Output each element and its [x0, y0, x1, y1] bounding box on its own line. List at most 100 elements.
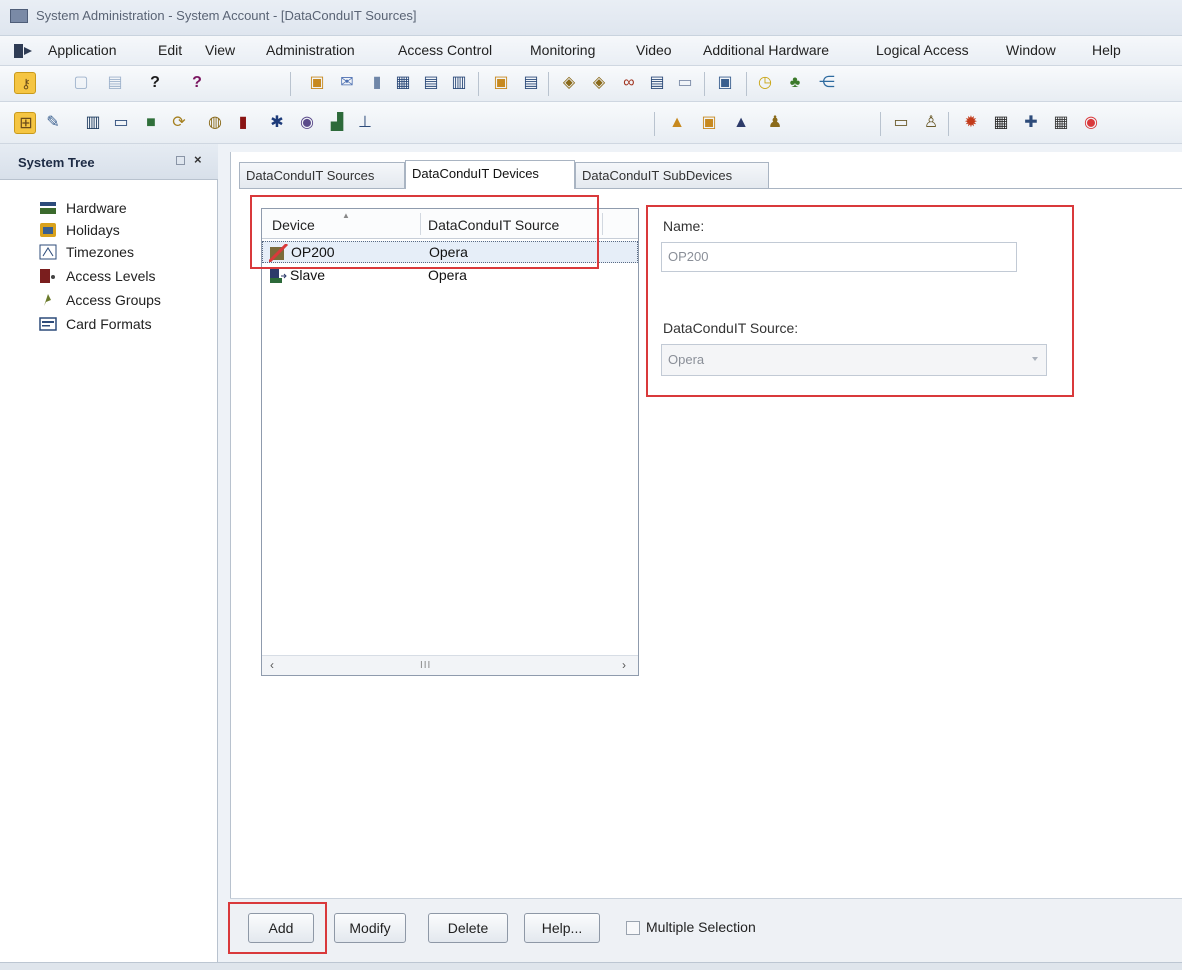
horizontal-scrollbar[interactable]: ‹ III › — [262, 655, 638, 675]
keys-icon[interactable]: ⚷ — [14, 72, 36, 94]
users-icon[interactable]: ▣ — [490, 72, 512, 94]
window-icon[interactable]: ▭ — [674, 72, 696, 94]
binoculars-icon[interactable]: ∞ — [618, 72, 640, 94]
dataconduit-source-value: Opera — [668, 352, 705, 367]
fan-icon[interactable]: ✱ — [266, 112, 288, 134]
signal-icon[interactable]: ▮ — [366, 72, 388, 94]
add-button[interactable]: Add — [248, 913, 314, 943]
print-icon[interactable]: ▤ — [104, 72, 126, 94]
help-icon[interactable]: ? — [144, 72, 166, 94]
people-icon[interactable]: ♟ — [764, 112, 786, 134]
target-icon[interactable]: ◉ — [1080, 112, 1102, 134]
menu-help[interactable]: Help — [1092, 42, 1121, 58]
scroll-left-icon[interactable]: ‹ — [270, 658, 274, 672]
gauge-icon[interactable]: ✎ — [42, 112, 64, 134]
app-icon — [10, 9, 28, 23]
multiple-selection-checkbox[interactable] — [626, 921, 640, 935]
secondary-toolbar: ⊞ ✎ ▥ ▭ ■ ⟳ ◍ ▮ ✱ ◉ ▟ ⊥ ▲ ▣ ▲ ♟ ▭ ♙ ✹ ▦ … — [0, 102, 1182, 144]
menu-application[interactable]: Application — [48, 42, 117, 58]
delete-button[interactable]: Delete — [428, 913, 508, 943]
list-icon[interactable]: ▤ — [646, 72, 668, 94]
cardholders-icon[interactable]: ▣ — [306, 72, 328, 94]
card-formats-icon — [39, 316, 57, 332]
panel-icon[interactable]: ▭ — [110, 112, 132, 134]
devices-list[interactable]: ▲ Device DataConduIT Source OP200 Opera … — [261, 208, 639, 676]
panel-tool-icon[interactable]: ▦ — [990, 112, 1012, 134]
menu-administration[interactable]: Administration — [266, 42, 355, 58]
table-row[interactable]: OP200 Opera — [262, 241, 638, 264]
hardware-toolbar-icon[interactable]: ▥ — [82, 112, 104, 134]
tab-dataconduit-sources[interactable]: DataConduIT Sources — [239, 162, 405, 188]
print-preview-icon[interactable]: ▢ — [70, 72, 92, 94]
tab-dataconduit-subdevices[interactable]: DataConduIT SubDevices — [575, 162, 769, 188]
title-bar: System Administration - System Account -… — [0, 0, 1182, 36]
alarm-icon[interactable]: ▲ — [666, 112, 688, 134]
window-title: System Administration - System Account -… — [36, 8, 417, 23]
user-tool-icon[interactable]: ♙ — [920, 112, 942, 134]
menu-view[interactable]: View — [205, 42, 235, 58]
name-label: Name: — [663, 218, 705, 234]
menu-video[interactable]: Video — [636, 42, 672, 58]
column-device[interactable]: Device — [272, 217, 315, 233]
menu-edit[interactable]: Edit — [158, 42, 182, 58]
cell-device: Slave — [290, 267, 326, 283]
network-icon[interactable]: ⋲ — [816, 72, 838, 94]
reader-icon[interactable]: ◈ — [558, 72, 580, 94]
menu-bar: Application Edit View Administration Acc… — [0, 36, 1182, 66]
pin-icon[interactable] — [176, 156, 185, 165]
main-toolbar: ⚷ ▢ ▤ ? ? ▣ ✉ ▮ ▦ ▤ ▥ ▣ ▤ ◈ ◈ ∞ ▤ ▭ ▣ ◷ … — [0, 66, 1182, 102]
green-panel-icon[interactable]: ■ — [140, 112, 162, 134]
context-help-icon[interactable]: ? — [186, 72, 208, 94]
timezones-icon — [39, 244, 57, 260]
close-icon[interactable]: × — [194, 152, 202, 167]
scroll-right-icon[interactable]: › — [622, 658, 626, 672]
tab-dataconduit-devices[interactable]: DataConduIT Devices — [405, 160, 575, 189]
workstation-icon[interactable]: ▣ — [714, 72, 736, 94]
calendar-icon[interactable]: ▤ — [420, 72, 442, 94]
list-header: ▲ Device DataConduIT Source — [262, 209, 638, 239]
menu-additional-hardware[interactable]: Additional Hardware — [703, 42, 829, 58]
scroll-thumb[interactable]: III — [420, 660, 431, 671]
add-person-icon[interactable]: ✚ — [1020, 112, 1042, 134]
printer-icon[interactable]: ▤ — [520, 72, 542, 94]
guard-icon[interactable]: ▲ — [730, 112, 752, 134]
action-bar: Add Modify Delete Help... Multiple Selec… — [230, 898, 1182, 962]
monitor-icon[interactable]: ◍ — [204, 112, 226, 134]
column-dataconduit-source[interactable]: DataConduIT Source — [428, 217, 559, 233]
menu-logical-access[interactable]: Logical Access — [876, 42, 969, 58]
dataconduit-source-label: DataConduIT Source: — [663, 320, 799, 336]
holiday-icon[interactable]: ⟳ — [168, 112, 190, 134]
exit-icon[interactable] — [14, 44, 34, 58]
chart-icon[interactable]: ▟ — [326, 112, 348, 134]
door-icon[interactable]: ▮ — [232, 112, 254, 134]
modify-button[interactable]: Modify — [334, 913, 406, 943]
access-levels-icon — [39, 268, 57, 284]
hardware-icon — [39, 200, 57, 216]
application-window: System Administration - System Account -… — [0, 0, 1182, 970]
access-groups-icon — [39, 292, 57, 308]
main-content: DataConduIT Sources DataConduIT Devices … — [230, 152, 1182, 970]
device-icon — [268, 267, 288, 285]
form-icon[interactable]: ▦ — [392, 72, 414, 94]
system-tree-icon[interactable]: ⊞ — [14, 112, 36, 134]
help-button[interactable]: Help... — [524, 913, 600, 943]
tree-structure-icon[interactable]: ⊥ — [354, 112, 376, 134]
table-row[interactable]: Slave Opera — [262, 265, 638, 287]
grid-icon[interactable]: ▦ — [1050, 112, 1072, 134]
menu-access-control[interactable]: Access Control — [398, 42, 492, 58]
intrusion-icon[interactable]: ✹ — [960, 112, 982, 134]
badge-icon[interactable]: ✉ — [336, 72, 358, 94]
menu-monitoring[interactable]: Monitoring — [530, 42, 595, 58]
reader-tool-icon[interactable]: ▭ — [890, 112, 912, 134]
camera-icon[interactable]: ◉ — [296, 112, 318, 134]
plugin-icon[interactable]: ♣ — [784, 72, 806, 94]
reader-settings-icon[interactable]: ◈ — [588, 72, 610, 94]
windows-icon[interactable]: ▥ — [448, 72, 470, 94]
cell-source: Opera — [429, 244, 468, 260]
group-icon[interactable]: ▣ — [698, 112, 720, 134]
dataconduit-source-select[interactable]: Opera — [661, 344, 1047, 376]
cell-device: OP200 — [291, 244, 335, 260]
name-field[interactable]: OP200 — [661, 242, 1017, 272]
clock-icon[interactable]: ◷ — [754, 72, 776, 94]
menu-window[interactable]: Window — [1006, 42, 1056, 58]
